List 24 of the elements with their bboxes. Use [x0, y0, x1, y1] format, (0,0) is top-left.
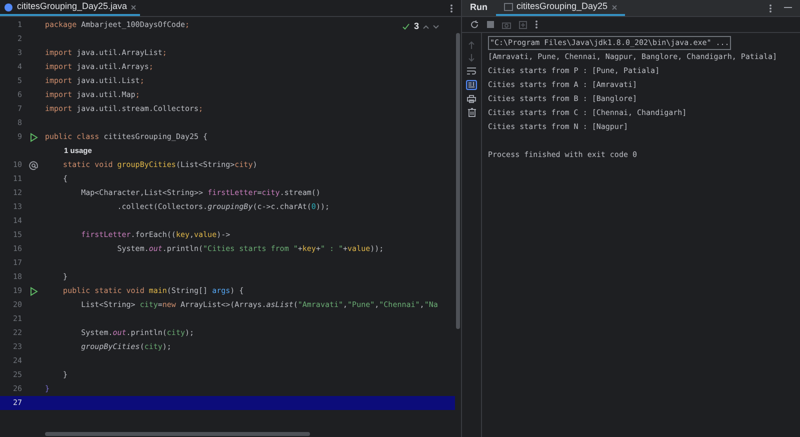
override-icon[interactable]: [29, 160, 38, 170]
minimize-icon[interactable]: [784, 7, 792, 9]
soft-wrap-icon[interactable]: [467, 67, 476, 75]
trash-icon[interactable]: [468, 108, 476, 117]
run-tab[interactable]: cititesGrouping_Day25: [496, 0, 625, 16]
class-file-icon: [4, 2, 13, 12]
warning-count[interactable]: 3: [414, 20, 419, 34]
run-icon[interactable]: [30, 286, 38, 296]
more-options-icon[interactable]: [450, 4, 453, 12]
more-options-icon[interactable]: [769, 4, 772, 12]
panel-title: Run: [469, 1, 488, 14]
close-icon[interactable]: [612, 4, 617, 10]
file-tab[interactable]: cititesGrouping_Day25.java: [0, 0, 140, 16]
rerun-icon[interactable]: [470, 20, 479, 29]
run-icon[interactable]: [30, 132, 38, 142]
more-options-icon[interactable]: [535, 20, 538, 29]
console-icon: [504, 3, 512, 11]
horizontal-scrollbar[interactable]: [45, 432, 310, 436]
check-icon: [402, 22, 410, 31]
caret-down-icon[interactable]: [433, 24, 439, 29]
close-icon[interactable]: [131, 4, 136, 10]
caret-up-icon[interactable]: [423, 24, 429, 29]
scroll-to-end-icon[interactable]: [466, 80, 477, 90]
print-icon[interactable]: [467, 95, 476, 103]
